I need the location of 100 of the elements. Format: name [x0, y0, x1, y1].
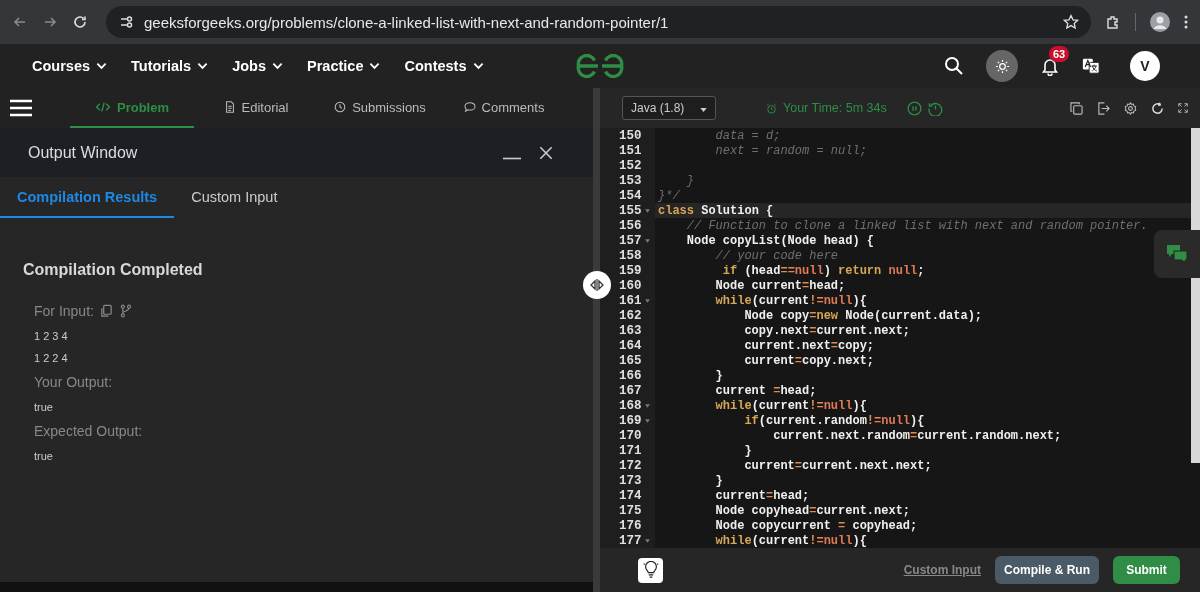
hint-button[interactable]: [638, 557, 663, 583]
notification-count: 63: [1049, 46, 1070, 62]
code-line: class Solution {: [657, 203, 774, 218]
reload-icon[interactable]: [72, 14, 88, 30]
line-number: 154: [619, 188, 642, 203]
address-bar[interactable]: geeksforgeeks.org/problems/clone-a-linked-list-with-next-and-random-pointer/1: [106, 6, 1091, 38]
line-number: 164: [619, 338, 642, 353]
line-number: 174: [619, 488, 642, 503]
settings-icon[interactable]: [1124, 101, 1137, 115]
code-line: Node copy=new Node(current.data);: [743, 308, 983, 323]
copy-icon[interactable]: [99, 304, 113, 318]
section-label: Your Output:: [34, 374, 113, 390]
minimize-icon[interactable]: [503, 157, 521, 160]
code-editor[interactable]: [600, 128, 1200, 548]
fold-caret-icon[interactable]: [644, 403, 650, 408]
fold-caret-icon[interactable]: [644, 418, 650, 423]
compile-run-button[interactable]: Compile & Run: [995, 556, 1099, 584]
line-number: 165: [619, 353, 642, 368]
custom-input-link[interactable]: Custom Input: [903, 563, 981, 577]
theme-toggle-button[interactable]: [986, 50, 1018, 82]
nav-menu-item[interactable]: Contests: [404, 58, 484, 74]
pause-icon[interactable]: [906, 100, 922, 116]
nav-menu-item[interactable]: Tutorials: [131, 58, 209, 74]
output-value: 1 2 2 4: [34, 352, 69, 364]
section-label: Expected Output:: [34, 423, 143, 439]
line-number: 168: [619, 398, 642, 413]
line-number: 158: [619, 248, 642, 263]
site-settings-icon[interactable]: [118, 14, 134, 30]
line-number: 170: [619, 428, 642, 443]
exit-icon[interactable]: [1097, 101, 1110, 115]
chevron-down-icon: [472, 62, 484, 70]
extensions-icon[interactable]: [1105, 14, 1121, 30]
output-tab[interactable]: Compilation Results: [0, 177, 175, 218]
code-line: if(current.random!=null){: [743, 413, 925, 428]
fold-caret-icon[interactable]: [644, 238, 650, 243]
line-number: 169: [619, 413, 642, 428]
code-icon: [95, 101, 111, 113]
reset-timer-icon[interactable]: [927, 100, 943, 116]
reset-icon[interactable]: [1151, 101, 1164, 115]
problem-tab[interactable]: Editorial: [194, 88, 318, 128]
nav-menu-item[interactable]: Jobs: [232, 58, 284, 74]
chevron-down-icon: [96, 62, 108, 70]
line-number: 166: [619, 368, 642, 383]
code-line: while(current!=null){: [714, 293, 867, 308]
user-avatar[interactable]: V: [1130, 51, 1160, 81]
nav-menu-item[interactable]: Courses: [32, 58, 108, 74]
code-line: current=copy.next;: [743, 353, 875, 368]
hamburger-menu-icon[interactable]: [10, 99, 32, 117]
fold-caret-icon[interactable]: [644, 538, 650, 543]
fold-caret-icon[interactable]: [644, 208, 650, 213]
fold-caret-icon[interactable]: [644, 298, 650, 303]
line-number: 167: [619, 383, 642, 398]
chevron-down-icon: [369, 62, 381, 70]
split-arrows-icon: [590, 279, 604, 291]
line-number: 151: [619, 143, 642, 158]
code-line: current=head;: [714, 488, 810, 503]
output-tab[interactable]: Custom Input: [174, 177, 295, 218]
sun-icon: [994, 58, 1010, 74]
bell-icon[interactable]: [1040, 56, 1060, 76]
code-line: }: [714, 368, 723, 383]
code-line: current=current.next.next;: [743, 458, 932, 473]
translate-icon[interactable]: [1082, 57, 1100, 75]
document-icon: [223, 101, 236, 113]
code-line: // Function to clone a linked list with next and random pointer.: [685, 218, 1148, 233]
fullscreen-icon[interactable]: [1178, 103, 1188, 113]
profile-avatar-icon[interactable]: [1150, 12, 1170, 32]
code-line: Node copycurrent = copyhead;: [714, 518, 918, 533]
chat-bubbles-icon: [1166, 244, 1188, 264]
code-line: if (head==null) return null;: [721, 263, 925, 278]
chat-button[interactable]: [1154, 230, 1200, 278]
problem-tab[interactable]: Comments: [442, 88, 566, 128]
code-line: // your code here: [714, 248, 839, 263]
close-icon[interactable]: [539, 145, 553, 160]
problem-tab[interactable]: Submissions: [318, 88, 442, 128]
alarm-clock-icon: [766, 102, 777, 114]
submit-button[interactable]: Submit: [1113, 556, 1180, 584]
chevron-down-icon: [272, 62, 284, 70]
code-line: }: [714, 473, 723, 488]
copy-icon[interactable]: [1070, 101, 1083, 115]
line-number: 172: [619, 458, 642, 473]
line-number: 153: [619, 173, 642, 188]
code-line: while(current!=null){: [714, 533, 867, 548]
search-icon[interactable]: [944, 56, 964, 76]
code-line: while(current!=null){: [714, 398, 867, 413]
line-number: 171: [619, 443, 642, 458]
line-number: 160: [619, 278, 642, 293]
language-dropdown[interactable]: Java (1.8): [622, 96, 716, 120]
nav-menu-item[interactable]: Practice: [307, 58, 381, 74]
code-line: data = d;: [714, 128, 781, 143]
menu-icon[interactable]: [1184, 14, 1188, 30]
line-number: 156: [619, 218, 642, 233]
speech-bubble-icon: [463, 101, 476, 113]
chevron-down-icon: [197, 62, 209, 70]
line-number: 161: [619, 293, 642, 308]
line-number: 173: [619, 473, 642, 488]
branch-icon[interactable]: [118, 304, 132, 318]
code-line: }: [743, 443, 752, 458]
lightbulb-icon: [641, 561, 660, 579]
line-number: 157: [619, 233, 642, 248]
star-icon[interactable]: [1063, 14, 1079, 30]
